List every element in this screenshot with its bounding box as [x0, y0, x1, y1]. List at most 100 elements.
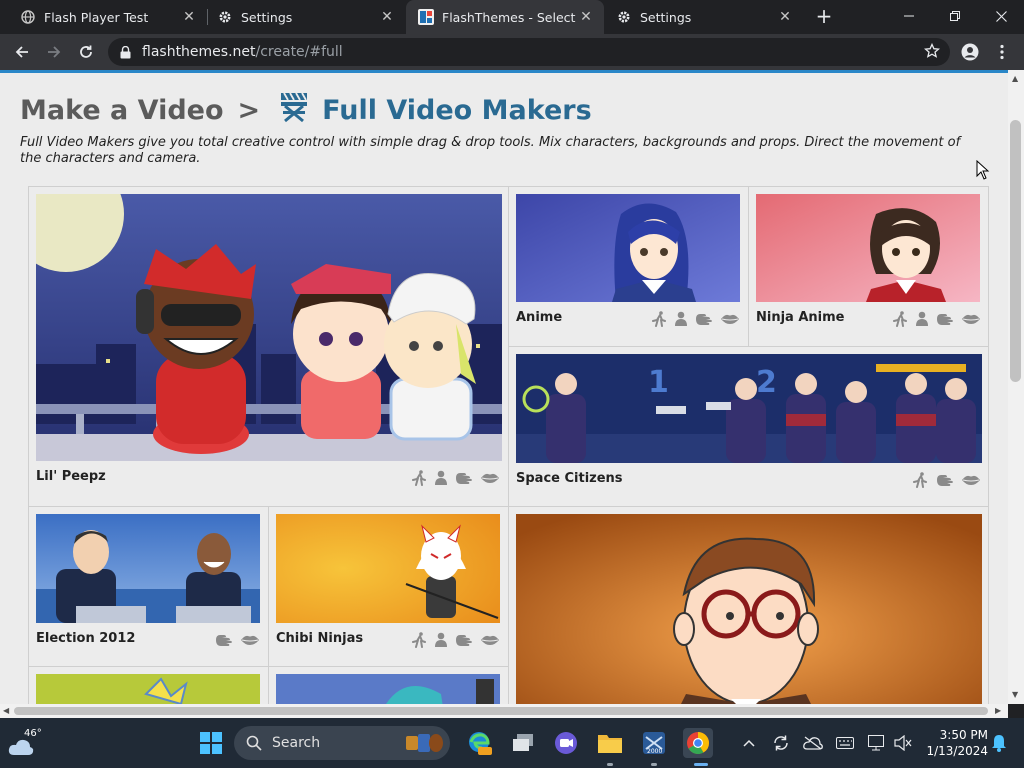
tab-title: Flash Player Test [44, 9, 149, 25]
meet-icon[interactable] [551, 728, 581, 758]
scroll-left-arrow-icon[interactable]: ◀ [3, 706, 9, 715]
person-icon [674, 311, 688, 327]
theme-card-ninja-anime[interactable]: Ninja Anime [749, 187, 989, 347]
theme-name[interactable]: Ninja Anime [756, 310, 844, 325]
theme-name[interactable]: Chibi Ninjas [276, 631, 363, 646]
close-tab-icon[interactable]: ✕ [379, 9, 395, 25]
chrome-icon[interactable] [683, 728, 713, 758]
forward-button[interactable] [42, 40, 66, 64]
reload-button[interactable] [74, 40, 98, 64]
hand-icon [214, 632, 234, 648]
theme-thumbnail[interactable] [36, 674, 260, 704]
theme-name[interactable]: Lil' Peepz [36, 469, 106, 484]
breadcrumb-make-a-video[interactable]: Make a Video [20, 95, 224, 126]
url-path: /create/#full [255, 44, 343, 60]
theme-thumbnail[interactable] [276, 674, 500, 704]
theme-thumbnail[interactable]: 1 2 [516, 354, 982, 463]
theme-card-space-citizens[interactable]: 1 2 Space Citizens [509, 347, 989, 507]
theme-thumbnail[interactable] [36, 514, 260, 623]
tab-settings-2[interactable]: Settings ✕ [596, 0, 803, 34]
theme-card-anime[interactable]: Anime [509, 187, 749, 347]
mouse-cursor-icon [976, 160, 990, 180]
theme-thumbnail[interactable] [516, 194, 740, 302]
scroll-right-arrow-icon[interactable]: ▶ [995, 706, 1001, 715]
lips-icon [961, 474, 981, 486]
sync-icon[interactable] [770, 732, 792, 754]
theme-thumbnail[interactable] [276, 514, 500, 623]
close-window-button[interactable] [978, 0, 1024, 32]
file-explorer-icon[interactable] [595, 728, 625, 758]
display-icon[interactable] [866, 732, 888, 754]
close-tab-icon[interactable]: ✕ [181, 9, 197, 25]
keyboard-icon[interactable] [834, 732, 856, 754]
gear-icon [217, 9, 233, 25]
theme-name[interactable]: Anime [516, 310, 562, 325]
feature-icons [911, 472, 981, 488]
close-tab-icon[interactable]: ✕ [777, 9, 793, 25]
show-hidden-icons-chevron-icon[interactable] [738, 732, 760, 754]
theme-card-partial-1[interactable] [29, 667, 269, 704]
start-windows-icon[interactable] [196, 728, 226, 758]
restore-button[interactable] [932, 0, 978, 32]
speaker-muted-icon[interactable] [892, 732, 914, 754]
clock-time: 3:50 PM [939, 728, 988, 742]
onedrive-icon[interactable] [802, 732, 824, 754]
active-indicator [694, 763, 708, 766]
profile-avatar[interactable] [958, 40, 982, 64]
tab-flashthemes[interactable]: FlashThemes - Select a Theme ✕ [406, 0, 604, 34]
tab-settings[interactable]: Settings ✕ [197, 0, 405, 34]
minimize-button[interactable] [886, 0, 932, 32]
cloud-icon [8, 739, 34, 755]
running-indicator [651, 763, 657, 766]
menu-kebab-icon[interactable] [990, 40, 1014, 64]
breadcrumb: Make a Video > Full Video Makers [20, 91, 592, 130]
horizontal-scrollbar-thumb[interactable] [14, 707, 988, 715]
svg-text:2000: 2000 [647, 748, 662, 755]
edge-beta-icon[interactable] [464, 728, 494, 758]
theme-grid: Lil' Peepz Anime Ninja Anime 1 2 Space C… [28, 186, 989, 704]
theme-name[interactable]: Election 2012 [36, 631, 135, 646]
lips-icon [720, 313, 740, 325]
tab-flash-player-test[interactable]: Flash Player Test ✕ [0, 0, 207, 34]
weather-widget[interactable]: 46° [8, 726, 48, 760]
close-tab-icon[interactable]: ✕ [578, 9, 594, 25]
bookmark-star-icon[interactable] [923, 42, 941, 63]
theme-thumbnail[interactable] [36, 194, 502, 461]
notification-bell-icon[interactable] [988, 732, 1010, 754]
scroll-down-arrow-icon[interactable]: ▼ [1012, 690, 1018, 699]
search-icon [246, 735, 262, 751]
clock[interactable]: 3:50 PM 1/13/2024 [918, 727, 988, 759]
taskbar-search[interactable]: Search [234, 726, 450, 760]
flashthemes-favicon-icon [418, 9, 434, 25]
tab-strip: Flash Player Test ✕ Settings ✕ FlashThem… [0, 0, 1024, 34]
address-bar[interactable]: flashthemes.net/create/#full [108, 38, 950, 66]
scroll-up-arrow-icon[interactable]: ▲ [1012, 74, 1018, 83]
theme-thumbnail[interactable] [516, 514, 982, 704]
vertical-scrollbar-thumb[interactable] [1010, 120, 1021, 382]
theme-thumbnail[interactable] [756, 194, 980, 302]
breadcrumb-separator: > [237, 95, 261, 126]
walk-icon [911, 472, 929, 488]
theme-name[interactable]: Space Citizens [516, 471, 623, 486]
lips-icon [240, 634, 260, 646]
app-2000-icon[interactable]: 2000 [639, 728, 669, 758]
svg-text:1: 1 [648, 365, 669, 400]
task-view-icon[interactable] [508, 728, 538, 758]
lips-icon [480, 472, 500, 484]
theme-card-large[interactable] [509, 507, 989, 704]
theme-card-partial-2[interactable] [269, 667, 509, 704]
lock-icon[interactable] [120, 45, 134, 59]
lips-icon [480, 634, 500, 646]
back-button[interactable] [10, 40, 34, 64]
feature-icons [891, 311, 981, 327]
new-tab-button[interactable]: + [813, 5, 835, 27]
svg-text:2: 2 [756, 365, 777, 400]
feature-icons [410, 632, 500, 648]
gear-icon [616, 9, 632, 25]
feature-icons [410, 470, 500, 486]
theme-card-chibi-ninjas[interactable]: Chibi Ninjas [269, 507, 509, 667]
person-icon [915, 311, 929, 327]
url-text: flashthemes.net/create/#full [142, 44, 343, 60]
theme-card-lil-peepz[interactable]: Lil' Peepz [29, 187, 509, 507]
theme-card-election-2012[interactable]: Election 2012 [29, 507, 269, 667]
